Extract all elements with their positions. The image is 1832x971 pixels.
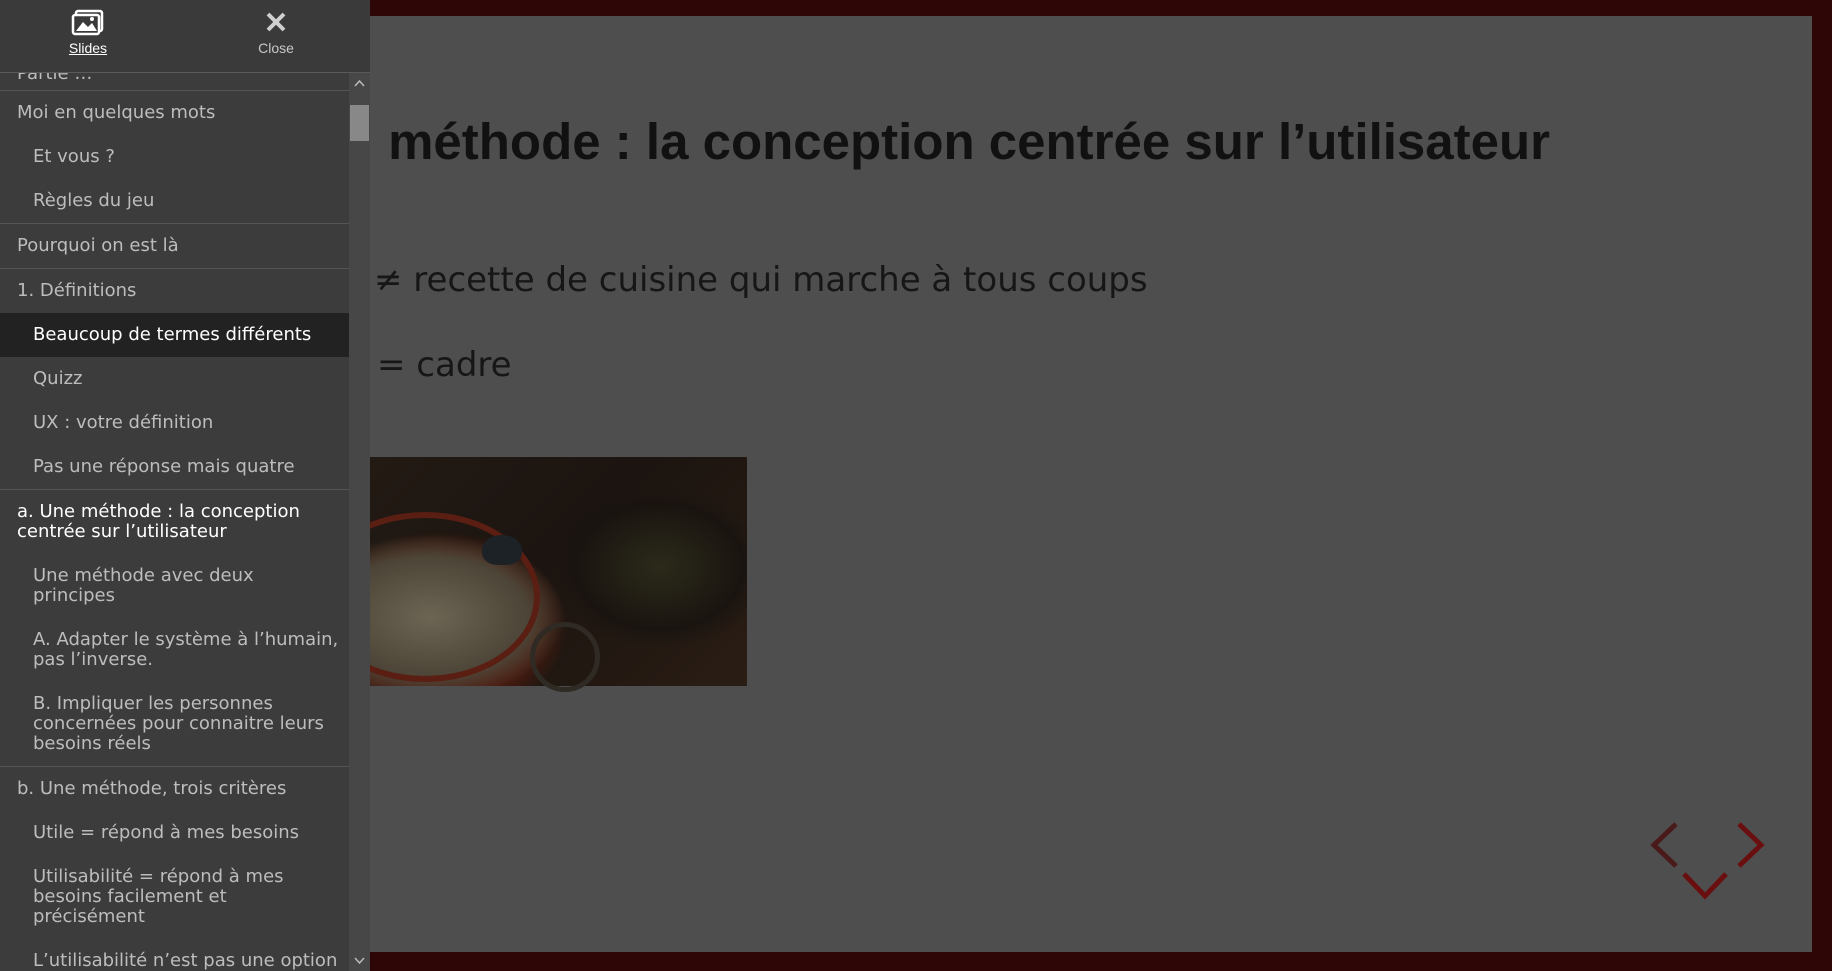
- sidebar-scrollbar[interactable]: [349, 73, 370, 971]
- toc-slide-item[interactable]: UX : votre définition: [0, 401, 349, 445]
- slides-sidebar: Slides Close Partie … Moi en quelques mot…: [0, 0, 370, 971]
- toc-slide-item[interactable]: Utile = répond à mes besoins: [0, 811, 349, 855]
- toc-section-item[interactable]: Moi en quelques mots: [0, 90, 349, 135]
- next-slide-arrow-icon[interactable]: [1735, 820, 1767, 870]
- toc-slide-item[interactable]: L’utilisabilité n’est pas une option: [0, 939, 349, 971]
- down-slide-arrow-icon[interactable]: [1680, 870, 1730, 902]
- rat-shape: [482, 535, 522, 565]
- slide-bullet-recipe: ≠ recette de cuisine qui marche à tous c…: [374, 260, 1148, 300]
- toc-slide-item[interactable]: Et vous ?: [0, 135, 349, 179]
- toc-section-item[interactable]: Partie …: [0, 73, 349, 90]
- ratatouille-cooking-image: [310, 457, 747, 692]
- toc-slide-item[interactable]: Pas une réponse mais quatre: [0, 445, 349, 489]
- ladle-shape: [530, 622, 600, 692]
- toc-slide-item[interactable]: Règles du jeu: [0, 179, 349, 223]
- table-of-contents: Partie … Moi en quelques mots Et vous ? Règ…: [0, 73, 349, 971]
- image-gallery-icon: [71, 9, 104, 36]
- toc-slide-item[interactable]: B. Impliquer les personnes concernées po…: [0, 682, 349, 766]
- slide: méthode : la conception centrée sur l’ut…: [120, 16, 1812, 952]
- slide-list: Partie … Moi en quelques mots Et vous ? Règ…: [0, 73, 349, 971]
- previous-slide-arrow-icon[interactable]: [1648, 820, 1680, 870]
- toc-slide-item[interactable]: Utilisabilité = répond à mes besoins fac…: [0, 855, 349, 939]
- toc-section-item[interactable]: b. Une méthode, trois critères: [0, 766, 349, 811]
- scrollbar-thumb[interactable]: [350, 105, 369, 141]
- toc-slide-item[interactable]: Une méthode avec deux principes: [0, 554, 349, 618]
- toc-slide-item[interactable]: Beaucoup de termes différents: [0, 313, 349, 357]
- toc-slide-item[interactable]: A. Adapter le système à l’humain, pas l’…: [0, 618, 349, 682]
- toc-section-item[interactable]: 1. Définitions: [0, 268, 349, 313]
- close-button[interactable]: Close: [216, 8, 336, 56]
- toc-slide-item[interactable]: Quizz: [0, 357, 349, 401]
- toc-section-item[interactable]: a. Une méthode : la conception centrée s…: [0, 489, 349, 554]
- scroll-down-arrow-icon[interactable]: [349, 951, 370, 971]
- slides-button-label: Slides: [68, 40, 108, 56]
- slide-bullet-frame: = cadre: [377, 345, 512, 385]
- slide-title-text: méthode : la conception centrée sur l’ut…: [388, 113, 1550, 170]
- slides-button[interactable]: Slides: [28, 8, 148, 56]
- close-button-label: Close: [258, 40, 294, 56]
- scroll-up-arrow-icon[interactable]: [349, 73, 370, 93]
- close-icon: [266, 12, 286, 32]
- sidebar-header: Slides Close: [0, 0, 370, 73]
- toc-section-item[interactable]: Pourquoi on est là: [0, 223, 349, 268]
